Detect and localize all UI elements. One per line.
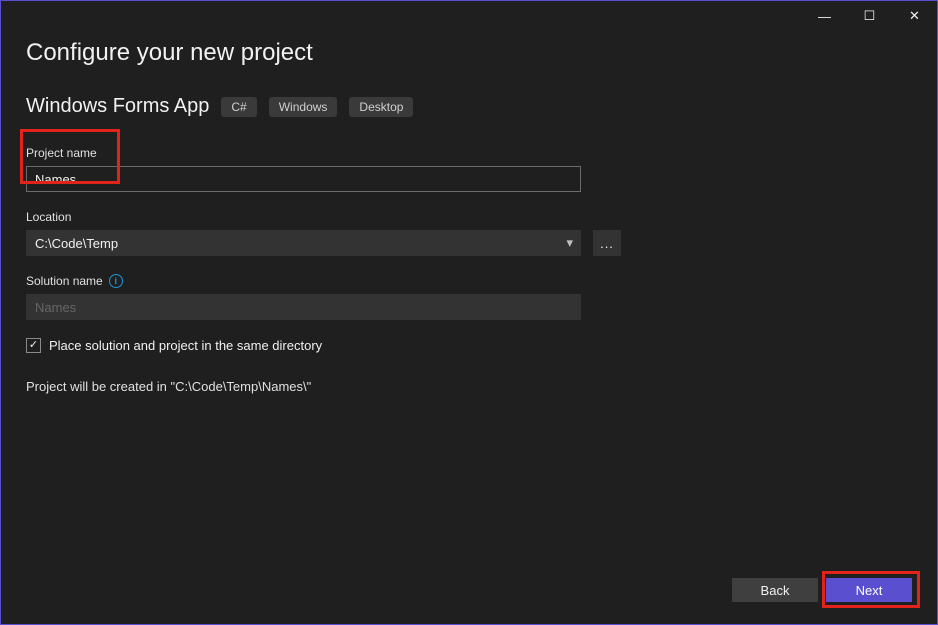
back-button[interactable]: Back [732,578,818,602]
tag-csharp: C# [221,97,256,117]
same-directory-label: Place solution and project in the same d… [49,338,322,353]
footer-buttons: Back Next [732,578,912,602]
location-label: Location [26,210,912,224]
ellipsis-icon: ... [600,236,614,251]
tag-desktop: Desktop [349,97,413,117]
project-name-group: Project name [26,146,912,192]
same-directory-checkbox-row[interactable]: ✓ Place solution and project in the same… [26,338,912,353]
solution-name-group: Solution name i [26,274,912,320]
close-icon: ✕ [909,8,920,24]
maximize-button[interactable]: ☐ [847,1,892,31]
location-dropdown[interactable]: ▾ [26,230,581,256]
check-icon: ✓ [29,340,38,351]
minimize-button[interactable]: — [802,1,847,31]
page-content: Configure your new project Windows Forms… [1,39,937,394]
template-row: Windows Forms App C# Windows Desktop [26,95,912,118]
same-directory-checkbox[interactable]: ✓ [26,338,41,353]
creation-path-summary: Project will be created in "C:\Code\Temp… [26,379,912,394]
info-icon[interactable]: i [109,274,123,288]
window-titlebar: — ☐ ✕ [1,1,937,31]
solution-name-label: Solution name [26,274,103,288]
page-title: Configure your new project [26,39,912,67]
maximize-icon: ☐ [864,8,876,24]
tag-windows: Windows [269,97,338,117]
project-name-label: Project name [26,146,912,160]
close-button[interactable]: ✕ [892,1,937,31]
project-name-input[interactable] [26,166,581,192]
location-input[interactable] [26,230,581,256]
solution-name-input [26,294,581,320]
browse-button[interactable]: ... [593,230,621,256]
next-button[interactable]: Next [826,578,912,602]
minimize-icon: — [818,9,831,24]
location-group: Location ▾ ... [26,210,912,256]
template-name: Windows Forms App [26,95,209,118]
